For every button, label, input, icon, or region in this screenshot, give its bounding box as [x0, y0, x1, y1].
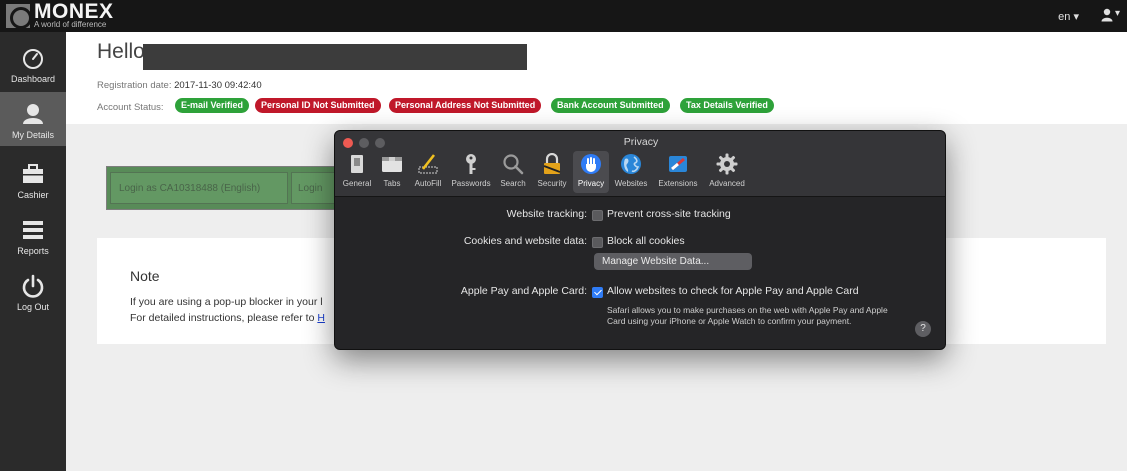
user-menu-caret: ▾	[1115, 8, 1121, 19]
profile-header: Hello Registration date: 2017-11-30 09:4…	[66, 32, 1127, 124]
cookies-label: Cookies and website data:	[463, 235, 587, 247]
status-badge-bank-account: Bank Account Submitted	[551, 98, 670, 113]
sidebar-item-label: My Details	[11, 130, 54, 140]
status-badge-personal-address: Personal Address Not Submitted	[389, 98, 542, 113]
block-all-cookies-label[interactable]: Block all cookies	[607, 235, 685, 247]
sidebar-item-label: Log Out	[16, 302, 50, 312]
prevent-cross-site-tracking-checkbox[interactable]	[592, 210, 603, 221]
website-tracking-label: Website tracking:	[506, 208, 587, 220]
user-icon	[23, 104, 43, 124]
tab-passwords[interactable]: Passwords	[448, 151, 494, 193]
dashboard-gauge-icon	[23, 49, 43, 69]
sidebar-item-label: Reports	[17, 246, 49, 256]
puzzle-icon	[669, 156, 687, 172]
tab-label: Advanced	[709, 179, 745, 188]
tab-label: Search	[500, 179, 526, 188]
registration-label: Registration date:	[97, 80, 172, 91]
apple-pay-description: Safari allows you to make purchases on t…	[607, 305, 888, 326]
tab-search[interactable]: Search	[495, 151, 531, 193]
platform-login-bar: Login as CA10318488 (English) Login	[106, 166, 337, 210]
status-badge-tax-details: Tax Details Verified	[680, 98, 774, 113]
registration-date: Registration date: 2017-11-30 09:42:40	[97, 80, 262, 91]
account-status-label: Account Status:	[97, 102, 164, 113]
tab-general[interactable]: General	[339, 151, 375, 193]
top-bar: MONEX A world of difference en ▾ ▾	[0, 0, 1127, 32]
sidebar-item-my-details[interactable]: My Details	[0, 92, 66, 146]
tab-advanced[interactable]: Advanced	[704, 151, 750, 193]
prevent-cross-site-tracking-label[interactable]: Prevent cross-site tracking	[607, 208, 731, 220]
note-instructions-text: For detailed instructions, please refer …	[130, 312, 318, 324]
tab-label: Security	[537, 179, 567, 188]
note-help-link[interactable]: H	[317, 312, 325, 324]
tab-label: Privacy	[577, 179, 605, 188]
apple-pay-label: Apple Pay and Apple Card:	[460, 285, 587, 297]
registration-value: 2017-11-30 09:42:40	[174, 80, 262, 91]
window-title: Privacy	[623, 136, 659, 148]
tab-label: General	[342, 179, 372, 188]
gear-icon	[716, 153, 738, 175]
manage-website-data-button[interactable]: Manage Website Data...	[594, 253, 752, 270]
sidebar-item-cashier[interactable]: Cashier	[0, 152, 66, 206]
globe-icon	[621, 154, 641, 174]
status-badge-email: E-mail Verified	[175, 98, 250, 113]
note-title: Note	[130, 268, 160, 284]
sidebar-item-label: Dashboard	[10, 74, 56, 84]
user-menu[interactable]: ▾	[1101, 8, 1123, 24]
sidebar-item-reports[interactable]: Reports	[0, 208, 66, 262]
tab-label: Extensions	[658, 179, 698, 188]
language-selector[interactable]: en ▾	[1058, 10, 1079, 23]
block-all-cookies-checkbox[interactable]	[592, 237, 603, 248]
list-icon	[23, 221, 43, 239]
safari-privacy-preferences-window: Privacy General Tabs AutoFill Passwords …	[334, 130, 946, 350]
note-line-instructions: For detailed instructions, please refer …	[130, 312, 325, 324]
magnifier-icon	[503, 154, 524, 175]
tab-label: Websites	[614, 179, 648, 188]
help-button[interactable]: ?	[915, 321, 931, 337]
sidebar-item-label: Cashier	[17, 190, 49, 200]
tab-tabs[interactable]: Tabs	[377, 151, 407, 193]
monex-logo[interactable]: MONEX A world of difference	[6, 0, 136, 30]
note-line-popup: If you are using a pop-up blocker in you…	[130, 296, 323, 308]
login-as-account-button[interactable]: Login as CA10318488 (English)	[110, 172, 288, 204]
tab-websites[interactable]: Websites	[610, 151, 652, 193]
monex-logo-mark-icon	[6, 4, 32, 29]
greeting: Hello	[97, 40, 145, 63]
tab-label: AutoFill	[414, 179, 442, 188]
tab-autofill[interactable]: AutoFill	[409, 151, 447, 193]
autofill-pencil-icon	[418, 154, 438, 174]
briefcase-icon	[23, 164, 43, 183]
allow-apple-pay-check-checkbox[interactable]	[592, 287, 603, 298]
status-badge-personal-id: Personal ID Not Submitted	[255, 98, 381, 113]
hand-icon	[581, 154, 601, 174]
redacted-username	[143, 44, 527, 70]
login-button[interactable]: Login	[291, 172, 337, 204]
padlock-icon	[543, 153, 561, 174]
tabs-icon	[382, 157, 402, 172]
general-switch-icon	[351, 155, 363, 173]
sidebar-item-log-out[interactable]: Log Out	[0, 264, 66, 318]
tab-security[interactable]: Security	[532, 151, 572, 193]
power-icon	[22, 274, 44, 298]
sidebar-item-dashboard[interactable]: Dashboard	[0, 36, 66, 90]
user-icon	[1101, 8, 1113, 22]
allow-apple-pay-check-label[interactable]: Allow websites to check for Apple Pay an…	[607, 285, 859, 297]
tab-label: Passwords	[451, 179, 491, 188]
tab-extensions[interactable]: Extensions	[653, 151, 703, 193]
sidebar: Dashboard My Details Cashier Reports Log…	[0, 32, 66, 471]
key-icon	[466, 154, 476, 174]
preferences-toolbar: Privacy General Tabs AutoFill Passwords …	[335, 131, 945, 197]
tab-privacy[interactable]: Privacy	[573, 151, 609, 193]
brand-tagline: A world of difference	[34, 20, 107, 29]
tab-label: Tabs	[383, 179, 401, 188]
